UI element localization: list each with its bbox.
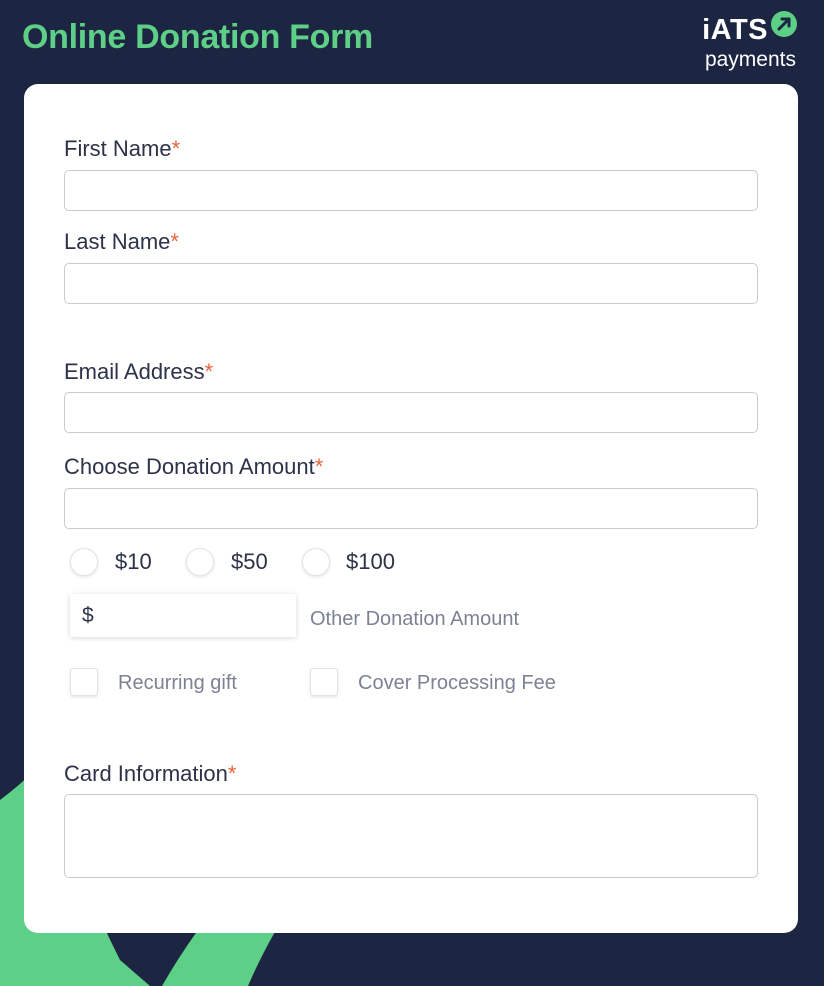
other-amount-input[interactable]: $ <box>70 594 296 637</box>
iats-logo: iATS payments <box>678 10 798 74</box>
email-label: Email Address* <box>64 359 214 384</box>
page-title: Online Donation Form <box>22 18 373 56</box>
logo-word: iATS <box>702 14 768 46</box>
first-name-label: First Name* <box>64 136 181 161</box>
card-information-field[interactable] <box>64 794 758 878</box>
amount-50-radio[interactable] <box>186 548 214 576</box>
amount-10-label[interactable]: $10 <box>115 549 152 575</box>
dollar-sign: $ <box>82 604 94 627</box>
amount-50-label[interactable]: $50 <box>231 549 268 575</box>
last-name-label: Last Name* <box>64 229 179 254</box>
required-asterisk: * <box>170 229 179 254</box>
decor-green-swoosh <box>162 930 276 986</box>
amount-100-radio[interactable] <box>302 548 330 576</box>
cover-fee-checkbox[interactable] <box>310 668 338 696</box>
card-information-label: Card Information* <box>64 761 237 786</box>
logo-subword: payments <box>704 48 796 71</box>
required-asterisk: * <box>227 761 237 786</box>
recurring-gift-checkbox[interactable] <box>70 668 98 696</box>
required-asterisk: * <box>314 454 324 479</box>
last-name-input[interactable] <box>64 263 758 304</box>
arrow-up-right-icon <box>771 11 797 37</box>
donation-form-card: First Name* Last Name* Email Address* Ch… <box>24 84 798 933</box>
cover-fee-label[interactable]: Cover Processing Fee <box>358 672 556 695</box>
first-name-input[interactable] <box>64 170 758 211</box>
amount-100-label[interactable]: $100 <box>346 549 395 575</box>
donation-amount-label: Choose Donation Amount* <box>64 454 324 479</box>
required-asterisk: * <box>204 359 214 384</box>
amount-10-radio[interactable] <box>70 548 98 576</box>
donation-amount-input[interactable] <box>64 488 758 529</box>
other-amount-label: Other Donation Amount <box>310 608 520 630</box>
email-input[interactable] <box>64 392 758 433</box>
required-asterisk: * <box>171 136 181 161</box>
recurring-gift-label[interactable]: Recurring gift <box>118 672 237 695</box>
